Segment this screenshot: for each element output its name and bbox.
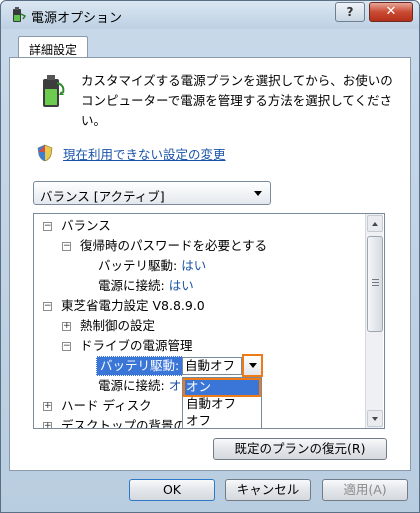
dropdown-list: オン 自動オフ オフ — [182, 377, 262, 429]
setting-value-link[interactable]: オ — [169, 378, 182, 393]
expand-icon[interactable]: + — [43, 422, 52, 428]
tab-strip: 詳細設定 — [9, 35, 411, 59]
window-title: 電源オプション — [31, 11, 123, 26]
tab-advanced-settings[interactable]: 詳細設定 — [18, 36, 88, 59]
dialog-window: 電源オプション ? ✕ 詳細設定 カスタマイズする電源プランを選択してから、お使… — [0, 0, 420, 513]
collapse-icon[interactable]: − — [43, 302, 52, 311]
scroll-down-button[interactable] — [367, 410, 383, 427]
cancel-button[interactable]: キャンセル — [225, 479, 311, 501]
collapse-icon[interactable]: − — [62, 242, 71, 251]
grip-line — [372, 282, 379, 283]
collapse-icon[interactable]: − — [62, 342, 71, 351]
apply-button[interactable]: 適用(A) — [322, 479, 408, 501]
tree-label: デスクトップの背景の — [61, 418, 187, 429]
dropdown-arrow-button[interactable] — [242, 354, 263, 377]
tree-leaf-battery[interactable]: バッテリ駆動: はい — [98, 256, 206, 276]
change-unavailable-settings-link[interactable]: 現在利用できない設定の変更 — [63, 144, 226, 163]
battery-icon — [43, 75, 65, 107]
dropdown-option-on[interactable]: オン — [183, 378, 261, 397]
description-text: カスタマイズする電源プランを選択してから、お使いのコンピューターで電源を管理する… — [81, 73, 393, 128]
grip-line — [372, 279, 379, 280]
tree-label: ハード ディスク — [61, 398, 152, 413]
shield-icon — [37, 144, 53, 162]
tree-label: 電源に接続: — [98, 278, 165, 293]
power-options-icon — [13, 7, 27, 22]
tree-label: 復帰時のパスワードを必要とする — [80, 238, 268, 253]
expand-icon[interactable]: + — [43, 402, 52, 411]
help-button[interactable]: ? — [335, 2, 365, 22]
ok-button[interactable]: OK — [129, 479, 215, 501]
setting-value-link[interactable]: はい — [169, 278, 194, 293]
tree-label: バランス — [61, 218, 111, 233]
power-plan-value: バランス [アクティブ] — [40, 189, 165, 204]
expand-icon[interactable]: + — [62, 322, 71, 331]
tree-label: ドライブの電源管理 — [80, 338, 193, 353]
close-button[interactable]: ✕ — [369, 2, 413, 22]
dropdown-option-off[interactable]: オフ — [184, 413, 260, 430]
drive-battery-dropdown[interactable]: 自動オフ — [182, 357, 242, 375]
tree-leaf-drive-ac[interactable]: 電源に接続: オ — [98, 376, 181, 396]
restore-default-plan-button[interactable]: 既定のプランの復元(R) — [213, 438, 387, 460]
tree-label: バッテリ駆動: — [98, 258, 178, 273]
scroll-thumb[interactable] — [367, 236, 383, 332]
tree-label: 東芝省電力設定 V8.8.9.0 — [61, 298, 205, 313]
tree-leaf-ac[interactable]: 電源に接続: はい — [98, 276, 194, 296]
chevron-down-icon — [254, 191, 262, 196]
tree-scrollbar[interactable] — [365, 214, 383, 428]
power-plan-select[interactable]: バランス [アクティブ] — [33, 181, 271, 205]
grip-line — [372, 285, 379, 286]
tree-label: 熱制御の設定 — [80, 318, 156, 333]
collapse-icon[interactable]: − — [43, 222, 52, 231]
scroll-up-button[interactable] — [367, 215, 383, 232]
dropdown-option-auto-off[interactable]: 自動オフ — [184, 396, 260, 413]
drive-battery-label-selected[interactable]: バッテリ駆動: — [96, 356, 184, 376]
setting-value-link[interactable]: はい — [181, 258, 206, 273]
tree-label: 電源に接続: — [98, 378, 165, 393]
title-bar[interactable]: 電源オプション ? ✕ — [1, 1, 419, 29]
